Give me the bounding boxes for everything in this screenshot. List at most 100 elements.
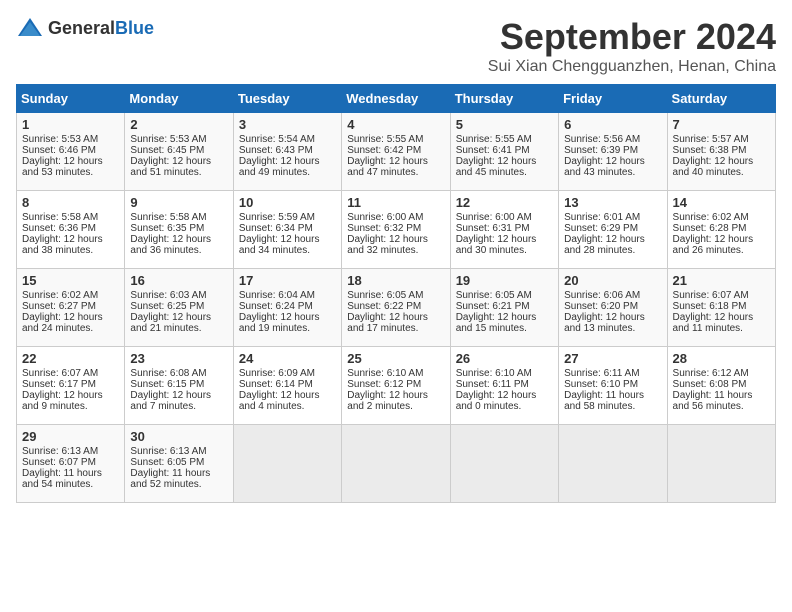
day-info-line: Sunset: 6:36 PM (22, 223, 119, 234)
day-info-line: Sunrise: 6:05 AM (347, 290, 444, 301)
day-info-line: and 53 minutes. (22, 167, 119, 178)
day-info-line: Daylight: 12 hours (347, 312, 444, 323)
day-number: 30 (130, 429, 227, 444)
calendar-cell: 1Sunrise: 5:53 AMSunset: 6:46 PMDaylight… (17, 113, 125, 191)
day-info-line: Sunset: 6:10 PM (564, 379, 661, 390)
calendar-table: SundayMondayTuesdayWednesdayThursdayFrid… (16, 84, 776, 503)
day-info-line: Sunset: 6:21 PM (456, 301, 553, 312)
day-info-line: Sunrise: 5:56 AM (564, 134, 661, 145)
day-info-line: Sunrise: 5:55 AM (456, 134, 553, 145)
day-info-line: Sunset: 6:22 PM (347, 301, 444, 312)
day-info-line: Sunset: 6:42 PM (347, 145, 444, 156)
day-info-line: and 56 minutes. (673, 401, 770, 412)
day-number: 9 (130, 195, 227, 210)
day-number: 28 (673, 351, 770, 366)
weekday-header-friday: Friday (559, 85, 667, 113)
day-number: 24 (239, 351, 336, 366)
day-info-line: and 30 minutes. (456, 245, 553, 256)
calendar-cell (559, 425, 667, 503)
logo-general: GeneralBlue (48, 18, 154, 39)
day-info-line: Sunrise: 6:12 AM (673, 368, 770, 379)
day-info-line: Sunrise: 5:54 AM (239, 134, 336, 145)
day-info-line: Sunset: 6:14 PM (239, 379, 336, 390)
day-info-line: and 28 minutes. (564, 245, 661, 256)
day-number: 25 (347, 351, 444, 366)
calendar-cell: 24Sunrise: 6:09 AMSunset: 6:14 PMDayligh… (233, 347, 341, 425)
calendar-week-3: 15Sunrise: 6:02 AMSunset: 6:27 PMDayligh… (17, 269, 776, 347)
day-info-line: Sunset: 6:27 PM (22, 301, 119, 312)
calendar-cell (450, 425, 558, 503)
day-info-line: and 32 minutes. (347, 245, 444, 256)
logo: GeneralBlue (16, 16, 154, 40)
day-info-line: Sunrise: 6:11 AM (564, 368, 661, 379)
calendar-cell: 6Sunrise: 5:56 AMSunset: 6:39 PMDaylight… (559, 113, 667, 191)
calendar-cell: 25Sunrise: 6:10 AMSunset: 6:12 PMDayligh… (342, 347, 450, 425)
day-info-line: Daylight: 12 hours (22, 156, 119, 167)
day-info-line: and 51 minutes. (130, 167, 227, 178)
calendar-cell: 28Sunrise: 6:12 AMSunset: 6:08 PMDayligh… (667, 347, 775, 425)
day-info-line: Sunrise: 6:00 AM (456, 212, 553, 223)
day-info-line: Sunrise: 5:57 AM (673, 134, 770, 145)
calendar-cell (233, 425, 341, 503)
calendar-cell: 15Sunrise: 6:02 AMSunset: 6:27 PMDayligh… (17, 269, 125, 347)
day-info-line: Sunset: 6:08 PM (673, 379, 770, 390)
day-info-line: Sunset: 6:38 PM (673, 145, 770, 156)
day-info-line: Sunset: 6:45 PM (130, 145, 227, 156)
calendar-cell: 4Sunrise: 5:55 AMSunset: 6:42 PMDaylight… (342, 113, 450, 191)
day-info-line: and 15 minutes. (456, 323, 553, 334)
day-number: 6 (564, 117, 661, 132)
day-info-line: Sunset: 6:18 PM (673, 301, 770, 312)
day-info-line: Daylight: 12 hours (564, 234, 661, 245)
day-number: 26 (456, 351, 553, 366)
calendar-cell: 12Sunrise: 6:00 AMSunset: 6:31 PMDayligh… (450, 191, 558, 269)
day-info-line: and 4 minutes. (239, 401, 336, 412)
calendar-cell: 22Sunrise: 6:07 AMSunset: 6:17 PMDayligh… (17, 347, 125, 425)
day-info-line: Daylight: 12 hours (564, 312, 661, 323)
day-info-line: Sunrise: 6:03 AM (130, 290, 227, 301)
day-info-line: Sunrise: 5:58 AM (130, 212, 227, 223)
calendar-header-row: SundayMondayTuesdayWednesdayThursdayFrid… (17, 85, 776, 113)
day-number: 23 (130, 351, 227, 366)
day-info-line: Sunrise: 6:10 AM (456, 368, 553, 379)
day-info-line: Daylight: 12 hours (22, 312, 119, 323)
weekday-header-sunday: Sunday (17, 85, 125, 113)
calendar-cell: 11Sunrise: 6:00 AMSunset: 6:32 PMDayligh… (342, 191, 450, 269)
day-info-line: Daylight: 11 hours (22, 468, 119, 479)
day-info-line: Daylight: 12 hours (130, 390, 227, 401)
day-info-line: and 24 minutes. (22, 323, 119, 334)
day-info-line: Daylight: 12 hours (239, 312, 336, 323)
title-area: September 2024 Sui Xian Chengguanzhen, H… (488, 16, 776, 76)
day-info-line: and 40 minutes. (673, 167, 770, 178)
day-info-line: and 43 minutes. (564, 167, 661, 178)
calendar-cell: 30Sunrise: 6:13 AMSunset: 6:05 PMDayligh… (125, 425, 233, 503)
calendar-cell: 18Sunrise: 6:05 AMSunset: 6:22 PMDayligh… (342, 269, 450, 347)
day-info-line: Sunrise: 6:08 AM (130, 368, 227, 379)
day-info-line: Sunrise: 5:55 AM (347, 134, 444, 145)
day-info-line: and 36 minutes. (130, 245, 227, 256)
calendar-cell: 21Sunrise: 6:07 AMSunset: 6:18 PMDayligh… (667, 269, 775, 347)
day-info-line: Sunrise: 6:04 AM (239, 290, 336, 301)
calendar-cell: 10Sunrise: 5:59 AMSunset: 6:34 PMDayligh… (233, 191, 341, 269)
day-info-line: Sunrise: 6:00 AM (347, 212, 444, 223)
day-info-line: and 38 minutes. (22, 245, 119, 256)
day-info-line: Sunset: 6:05 PM (130, 457, 227, 468)
day-number: 22 (22, 351, 119, 366)
day-info-line: Daylight: 12 hours (239, 390, 336, 401)
calendar-cell: 7Sunrise: 5:57 AMSunset: 6:38 PMDaylight… (667, 113, 775, 191)
day-number: 11 (347, 195, 444, 210)
day-info-line: Sunset: 6:11 PM (456, 379, 553, 390)
day-number: 19 (456, 273, 553, 288)
day-info-line: and 0 minutes. (456, 401, 553, 412)
calendar-cell: 29Sunrise: 6:13 AMSunset: 6:07 PMDayligh… (17, 425, 125, 503)
logo-icon (16, 16, 44, 40)
day-info-line: Sunrise: 6:13 AM (130, 446, 227, 457)
day-info-line: Sunset: 6:39 PM (564, 145, 661, 156)
day-info-line: and 49 minutes. (239, 167, 336, 178)
day-info-line: Daylight: 12 hours (456, 312, 553, 323)
day-number: 10 (239, 195, 336, 210)
day-info-line: and 21 minutes. (130, 323, 227, 334)
weekday-header-monday: Monday (125, 85, 233, 113)
day-number: 17 (239, 273, 336, 288)
day-number: 13 (564, 195, 661, 210)
day-info-line: Daylight: 12 hours (239, 234, 336, 245)
